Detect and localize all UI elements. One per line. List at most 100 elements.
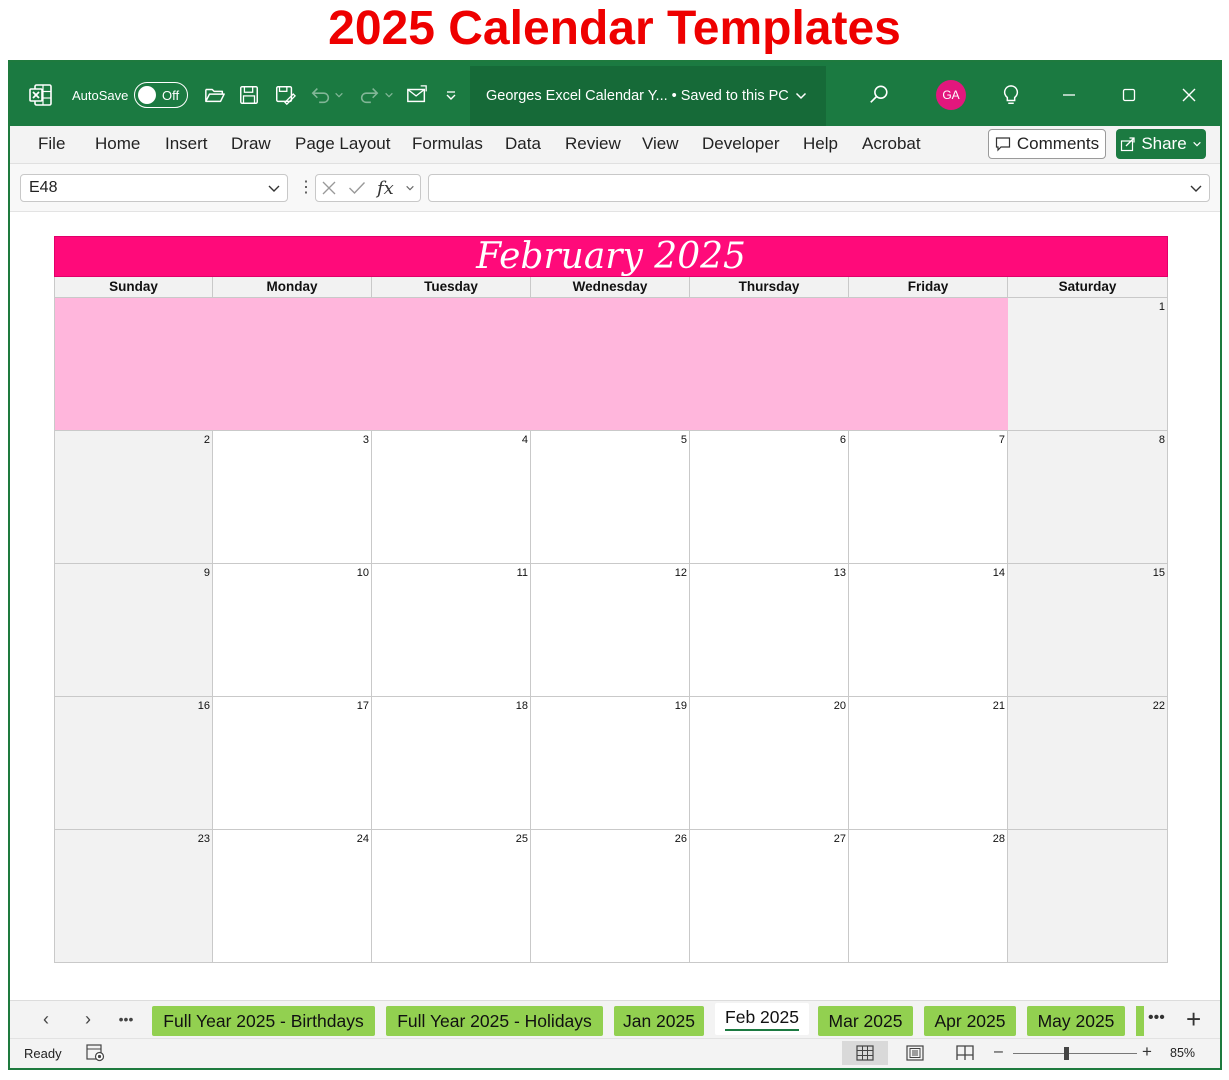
sheet-tab-jan-2025[interactable]: Jan 2025 — [614, 1006, 704, 1036]
calendar-day-cell[interactable]: 14 — [849, 564, 1008, 697]
search-icon[interactable] — [866, 82, 892, 108]
chevron-down-icon[interactable] — [267, 181, 281, 195]
next-sheet-icon[interactable]: › — [78, 1009, 98, 1029]
formula-bar-options-icon[interactable]: ⋮ — [298, 177, 314, 197]
calendar-day-cell[interactable]: 6 — [690, 431, 849, 564]
name-box[interactable]: E48 — [20, 174, 288, 202]
maximize-icon[interactable] — [1116, 82, 1142, 108]
more-sheets-icon[interactable]: ••• — [1148, 1009, 1165, 1027]
page-layout-view-icon[interactable] — [892, 1041, 938, 1065]
calendar-day-cell[interactable]: 2 — [54, 431, 213, 564]
calendar-title[interactable]: February 2025 — [54, 236, 1168, 277]
page-break-view-icon[interactable] — [942, 1041, 988, 1065]
calendar-day-cell[interactable]: 13 — [690, 564, 849, 697]
calendar-day-cell[interactable]: 21 — [849, 697, 1008, 830]
weekday-wednesday[interactable]: Wednesday — [531, 277, 690, 298]
tab-data[interactable]: Data — [505, 134, 541, 154]
avatar[interactable]: GA — [936, 80, 966, 110]
tab-formulas[interactable]: Formulas — [412, 134, 483, 154]
redo-dropdown-chevron-icon[interactable] — [382, 82, 396, 108]
zoom-level[interactable]: 85% — [1170, 1046, 1195, 1060]
calendar-day-cell[interactable]: 4 — [372, 431, 531, 564]
cancel-icon[interactable] — [321, 180, 337, 196]
calendar-day-cell[interactable]: 22 — [1008, 697, 1168, 830]
calendar-day-cell[interactable] — [1008, 830, 1168, 963]
zoom-slider-handle[interactable] — [1064, 1047, 1069, 1060]
calendar-day-cell[interactable]: 17 — [213, 697, 372, 830]
sheet-tab-partial[interactable] — [1136, 1006, 1144, 1036]
calendar-day-cell[interactable]: 12 — [531, 564, 690, 697]
weekday-sunday[interactable]: Sunday — [54, 277, 213, 298]
calendar-day-cell[interactable]: 8 — [1008, 431, 1168, 564]
weekday-friday[interactable]: Friday — [849, 277, 1008, 298]
weekday-tuesday[interactable]: Tuesday — [372, 277, 531, 298]
zoom-out-icon[interactable]: – — [994, 1043, 1003, 1061]
calendar-day-cell[interactable]: 23 — [54, 830, 213, 963]
share-button[interactable]: Share — [1116, 129, 1206, 159]
sheet-tab-apr-2025[interactable]: Apr 2025 — [924, 1006, 1016, 1036]
tab-acrobat[interactable]: Acrobat — [862, 134, 921, 154]
calendar-day-cell[interactable]: 27 — [690, 830, 849, 963]
accessibility-icon[interactable] — [86, 1044, 106, 1062]
tab-developer[interactable]: Developer — [702, 134, 780, 154]
calendar-day-cell[interactable]: 5 — [531, 431, 690, 564]
sheet-tab-full-year-holidays[interactable]: Full Year 2025 - Holidays — [386, 1006, 603, 1036]
redo-icon[interactable] — [356, 82, 382, 108]
lightbulb-icon[interactable] — [998, 82, 1024, 108]
calendar-day-cell[interactable]: 3 — [213, 431, 372, 564]
calendar-day-cell[interactable]: 28 — [849, 830, 1008, 963]
calendar-day-cell[interactable]: 10 — [213, 564, 372, 697]
sheet-tab-may-2025[interactable]: May 2025 — [1027, 1006, 1125, 1036]
calendar-day-cell[interactable]: 11 — [372, 564, 531, 697]
zoom-slider[interactable] — [1013, 1053, 1137, 1054]
tab-home[interactable]: Home — [95, 134, 140, 154]
weekday-thursday[interactable]: Thursday — [690, 277, 849, 298]
undo-dropdown-chevron-icon[interactable] — [332, 82, 346, 108]
calendar-day-cell[interactable]: 26 — [531, 830, 690, 963]
worksheet[interactable]: February 2025 Sunday Monday Tuesday Wednesd… — [10, 212, 1220, 1000]
autosave-toggle[interactable]: Off — [134, 82, 188, 108]
tab-page-layout[interactable]: Page Layout — [295, 134, 390, 154]
tab-draw[interactable]: Draw — [231, 134, 271, 154]
tab-insert[interactable]: Insert — [165, 134, 208, 154]
calendar-day-cell[interactable]: 16 — [54, 697, 213, 830]
zoom-in-icon[interactable]: + — [1142, 1042, 1152, 1062]
empty-days-block[interactable] — [54, 298, 1008, 431]
minimize-icon[interactable] — [1056, 82, 1082, 108]
calendar-day-cell[interactable]: 18 — [372, 697, 531, 830]
calendar-day-cell[interactable]: 25 — [372, 830, 531, 963]
save-icon[interactable] — [236, 82, 262, 108]
sheet-tab-mar-2025[interactable]: Mar 2025 — [818, 1006, 913, 1036]
formula-input[interactable] — [428, 174, 1210, 202]
weekday-monday[interactable]: Monday — [213, 277, 372, 298]
enter-icon[interactable] — [348, 180, 366, 196]
calendar-day-cell[interactable]: 24 — [213, 830, 372, 963]
tab-help[interactable]: Help — [803, 134, 838, 154]
undo-icon[interactable] — [308, 82, 334, 108]
weekday-saturday[interactable]: Saturday — [1008, 277, 1168, 298]
prev-sheet-icon[interactable]: ‹ — [36, 1009, 56, 1029]
sheet-tab-full-year-birthdays[interactable]: Full Year 2025 - Birthdays — [152, 1006, 375, 1036]
calendar-day-cell[interactable]: 9 — [54, 564, 213, 697]
add-sheet-button[interactable]: + — [1186, 1004, 1201, 1035]
sheet-list-more-icon[interactable]: ••• — [116, 1009, 136, 1029]
open-folder-icon[interactable] — [202, 82, 228, 108]
send-icon[interactable] — [404, 82, 430, 108]
calendar-day-cell[interactable]: 1 — [1008, 298, 1168, 431]
sheet-tab-feb-2025[interactable]: Feb 2025 — [715, 1003, 809, 1035]
comments-button[interactable]: Comments — [988, 129, 1106, 159]
customize-qat-icon[interactable] — [442, 82, 460, 108]
normal-view-icon[interactable] — [842, 1041, 888, 1065]
save-as-icon[interactable] — [272, 82, 298, 108]
close-icon[interactable] — [1176, 82, 1202, 108]
tab-file[interactable]: File — [38, 134, 65, 154]
calendar-day-cell[interactable]: 19 — [531, 697, 690, 830]
insert-function-button[interactable]: fx — [377, 178, 394, 199]
calendar-day-cell[interactable]: 20 — [690, 697, 849, 830]
calendar-day-cell[interactable]: 15 — [1008, 564, 1168, 697]
calendar-day-cell[interactable]: 7 — [849, 431, 1008, 564]
chevron-down-icon[interactable] — [405, 183, 415, 193]
tab-view[interactable]: View — [642, 134, 679, 154]
tab-review[interactable]: Review — [565, 134, 621, 154]
document-title[interactable]: Georges Excel Calendar Y... • Saved to t… — [470, 66, 826, 126]
